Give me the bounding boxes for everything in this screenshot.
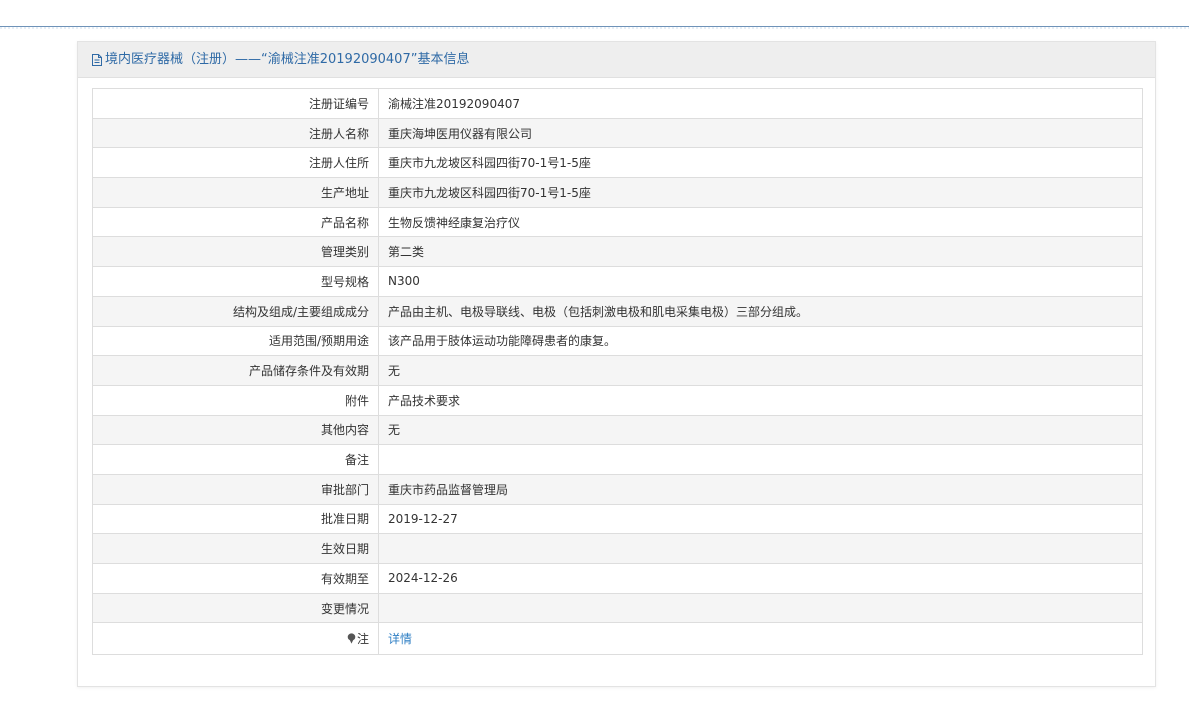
row-label: 结构及组成/主要组成成分 [92, 295, 379, 327]
row-label: 产品名称 [92, 206, 379, 238]
table-row: 备注 [92, 444, 1143, 475]
row-value: 产品技术要求 [378, 384, 1143, 416]
table-row: 结构及组成/主要组成成分 产品由主机、电极导联线、电极（包括刺激电极和肌电采集电极… [92, 295, 1143, 327]
table-row: 其他内容无 [92, 414, 1143, 446]
table-row: 注册人住所 重庆市九龙坡区科园四街70-1号1-5座 [92, 147, 1143, 179]
row-value: 生物反馈神经康复治疗仪 [378, 206, 1143, 238]
table-row: 管理类别 第二类 [92, 236, 1143, 268]
row-value: 重庆市药品监督管理局 [378, 473, 1143, 505]
row-value: 无 [378, 355, 1143, 386]
row-label: 适用范围/预期用途 [92, 325, 379, 357]
row-label: 备注 [92, 444, 379, 475]
table-row: 生产地址 重庆市九龙坡区科园四街70-1号1-5座 [92, 177, 1143, 208]
row-label: 生效日期 [92, 533, 379, 564]
row-label: 管理类别 [92, 236, 379, 268]
table-row: 变更情况 [92, 592, 1143, 624]
panel-header: 境内医疗器械（注册）——“渝械注准20192090407”基本信息 [78, 42, 1155, 78]
row-label: 注册证编号 [92, 88, 379, 119]
note-value-cell: 详情 [378, 622, 1143, 656]
row-label: 注册人名称 [92, 117, 379, 149]
table-row: 注册证编号 渝械注准20192090407 [92, 88, 1143, 119]
table-row: 批准日期 2019-12-27 [92, 503, 1143, 535]
row-value: 重庆市九龙坡区科园四街70-1号1-5座 [378, 147, 1143, 179]
row-value: 产品由主机、电极导联线、电极（包括刺激电极和肌电采集电极）三部分组成。 [378, 295, 1143, 327]
row-label: 有效期至 [92, 563, 379, 594]
row-label: 变更情况 [92, 592, 379, 624]
row-label: 型号规格 [92, 266, 379, 297]
device-info-table: 注册证编号 渝械注准20192090407 注册人名称 重庆海坤医用仪器有限公司 注… [92, 88, 1143, 656]
table-row: 型号规格 N300 [92, 266, 1143, 297]
row-value: 重庆市九龙坡区科园四街70-1号1-5座 [378, 177, 1143, 208]
row-value: 无 [378, 414, 1143, 446]
row-label: 审批部门 [92, 473, 379, 505]
row-value: 渝械注准20192090407 [378, 88, 1143, 119]
row-value: 第二类 [378, 236, 1143, 268]
row-label: 产品储存条件及有效期 [92, 355, 379, 386]
table-row: 生效日期 [92, 533, 1143, 564]
note-label: 注 [356, 632, 369, 647]
info-panel: 境内医疗器械（注册）——“渝械注准20192090407”基本信息 注册证编号渝… [77, 41, 1156, 687]
table-row: 有效期至 2024-12-26 [92, 563, 1143, 594]
panel-title: 境内医疗器械（注册）——“渝械注准20192090407”基本信息 [92, 52, 469, 68]
row-value: 重庆海坤医用仪器有限公司 [378, 117, 1143, 149]
row-value: 2024-12-26 [378, 563, 1143, 594]
row-label: 其他内容 [92, 414, 379, 446]
row-value: 该产品用于肢体运动功能障碍患者的康复。 [378, 325, 1143, 357]
note-row: 注 详情 [92, 622, 1143, 656]
document-icon [92, 53, 102, 66]
row-value [378, 592, 1143, 624]
table-row: 产品储存条件及有效期无 [92, 355, 1143, 386]
row-value [378, 444, 1143, 475]
top-divider-bar [0, 0, 1189, 29]
table-row: 附件 产品技术要求 [92, 384, 1143, 416]
panel-title-text: 境内医疗器械（注册）——“渝械注准20192090407”基本信息 [105, 51, 470, 67]
pin-icon [347, 633, 356, 644]
row-value: N300 [378, 266, 1143, 297]
detail-link[interactable]: 详情 [388, 632, 412, 646]
table-row: 注册人名称 重庆海坤医用仪器有限公司 [92, 117, 1143, 149]
row-value: 2019-12-27 [378, 503, 1143, 535]
row-label: 附件 [92, 384, 379, 416]
row-label: 批准日期 [92, 503, 379, 535]
table-row: 产品名称 生物反馈神经康复治疗仪 [92, 206, 1143, 238]
table-row: 适用范围/预期用途 该产品用于肢体运动功能障碍患者的康复。 [92, 325, 1143, 357]
table-row: 审批部门 重庆市药品监督管理局 [92, 473, 1143, 505]
note-label-cell: 注 [92, 622, 379, 656]
row-label: 生产地址 [92, 177, 379, 208]
row-label: 注册人住所 [92, 147, 379, 179]
row-value [378, 533, 1143, 564]
